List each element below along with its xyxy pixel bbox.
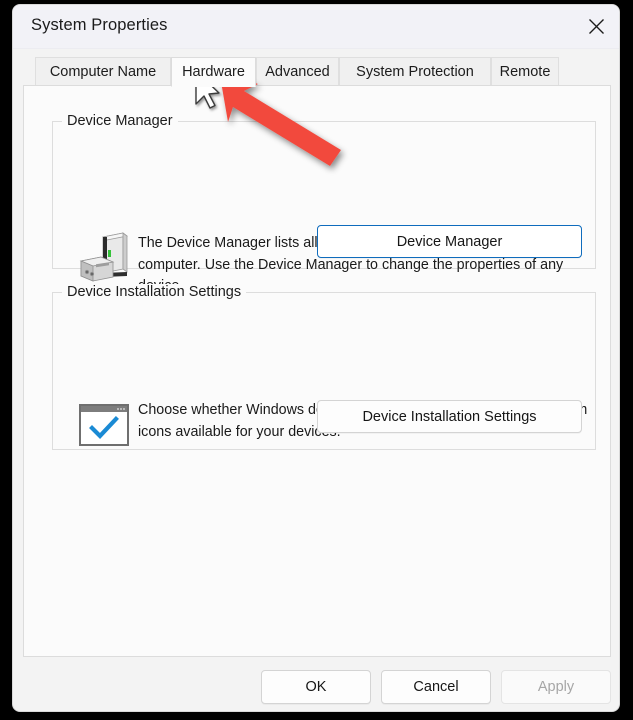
button-label: Apply [538, 679, 574, 695]
tab-page-hardware: Device Manager [23, 85, 611, 657]
cancel-button[interactable]: Cancel [381, 670, 491, 704]
device-manager-button[interactable]: Device Manager [317, 225, 582, 258]
button-label: Device Manager [397, 234, 503, 250]
group-legend-device-installation-settings: Device Installation Settings [62, 284, 246, 300]
tab-label: Computer Name [50, 64, 156, 80]
title-bar: System Properties [13, 5, 619, 49]
tab-label: Remote [500, 64, 551, 80]
tab-strip: Computer Name Hardware Advanced System P… [23, 57, 611, 86]
tab-system-protection[interactable]: System Protection [339, 57, 491, 86]
screenshot-root: System Properties Computer Name Hardware… [0, 0, 633, 720]
tab-hardware[interactable]: Hardware [171, 57, 256, 87]
close-icon [588, 18, 605, 35]
system-properties-dialog: System Properties Computer Name Hardware… [12, 4, 620, 712]
tab-advanced[interactable]: Advanced [256, 57, 339, 86]
tab-remote[interactable]: Remote [491, 57, 559, 86]
device-install-window-check-icon [79, 404, 129, 446]
button-label: Cancel [413, 679, 458, 695]
tab-label: System Protection [356, 64, 474, 80]
tab-label: Hardware [182, 64, 245, 80]
group-legend-device-manager: Device Manager [62, 113, 178, 129]
apply-button: Apply [501, 670, 611, 704]
ok-button[interactable]: OK [261, 670, 371, 704]
device-manager-icon [79, 231, 137, 287]
device-installation-settings-button[interactable]: Device Installation Settings [317, 400, 582, 433]
tab-label: Advanced [265, 64, 330, 80]
tab-computer-name[interactable]: Computer Name [35, 57, 171, 86]
button-label: OK [306, 679, 327, 695]
window-title: System Properties [31, 16, 168, 35]
button-label: Device Installation Settings [362, 409, 536, 425]
close-button[interactable] [573, 5, 619, 48]
